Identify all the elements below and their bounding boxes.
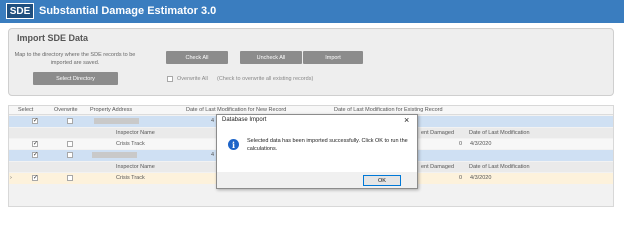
detail-damaged: 0 bbox=[459, 141, 463, 147]
detail-header-damaged: ent Damaged bbox=[421, 130, 455, 136]
select-checkbox[interactable] bbox=[32, 140, 38, 147]
dialog-body: i Selected data has been imported succes… bbox=[217, 127, 417, 172]
header-overwrite: Overwrite bbox=[54, 107, 78, 113]
overwrite-all-label: Overwrite All bbox=[177, 76, 208, 82]
detail-inspector: Crisis Track bbox=[116, 175, 145, 181]
ok-button[interactable]: OK bbox=[363, 175, 401, 186]
detail-header-date: Date of Last Modification bbox=[469, 130, 530, 136]
database-import-dialog: Database Import × i Selected data has be… bbox=[216, 114, 418, 189]
select-checkbox[interactable] bbox=[32, 151, 38, 158]
redacted-address bbox=[92, 152, 137, 158]
header-select: Select bbox=[18, 107, 34, 113]
info-icon: i bbox=[228, 139, 239, 150]
row-date-partial: 4 bbox=[211, 152, 215, 158]
row-date-partial: 4 bbox=[211, 118, 215, 124]
redacted-address bbox=[94, 118, 139, 124]
dialog-title: Database Import bbox=[222, 117, 267, 123]
dialog-message: Selected data has been imported successf… bbox=[247, 138, 408, 152]
detail-date: 4/3/2020 bbox=[470, 141, 492, 147]
dialog-title-bar: Database Import × bbox=[217, 115, 417, 127]
overwrite-hint: (Check to overwrite all existing records… bbox=[217, 76, 314, 82]
overwrite-checkbox[interactable] bbox=[67, 175, 73, 181]
row-indicator-icon: › bbox=[10, 175, 12, 181]
detail-header-date: Date of Last Modification bbox=[469, 164, 530, 170]
detail-damaged: 0 bbox=[459, 175, 463, 181]
detail-header-damaged: ent Damaged bbox=[421, 164, 455, 170]
select-checkbox[interactable] bbox=[32, 174, 38, 181]
overwrite-checkbox[interactable] bbox=[67, 152, 73, 158]
detail-header-inspector: Inspector Name bbox=[116, 164, 155, 170]
app-logo: SDE bbox=[6, 3, 34, 19]
close-icon[interactable]: × bbox=[404, 115, 409, 125]
header-property-address: Property Address bbox=[90, 107, 133, 113]
select-checkbox[interactable] bbox=[32, 117, 38, 124]
header-date-existing: Date of Last Modification for Existing R… bbox=[334, 107, 443, 113]
title-bar: SDE Substantial Damage Estimator 3.0 bbox=[0, 0, 624, 23]
import-description: Map to the directory where the SDE recor… bbox=[14, 52, 136, 66]
detail-date: 4/3/2020 bbox=[470, 175, 492, 181]
app-logo-text: SDE bbox=[9, 5, 31, 17]
uncheck-all-button[interactable]: Uncheck All bbox=[240, 51, 302, 64]
overwrite-checkbox[interactable] bbox=[67, 141, 73, 147]
select-directory-button[interactable]: Select Directory bbox=[33, 72, 118, 85]
detail-inspector: Crisis Track bbox=[116, 141, 145, 147]
check-all-button[interactable]: Check All bbox=[166, 51, 228, 64]
overwrite-checkbox[interactable] bbox=[67, 118, 73, 124]
detail-header-inspector: Inspector Name bbox=[116, 130, 155, 136]
import-panel-title: Import SDE Data bbox=[17, 33, 89, 43]
app-title: Substantial Damage Estimator 3.0 bbox=[39, 5, 217, 17]
header-date-new: Date of Last Modification for New Record bbox=[186, 107, 287, 113]
import-button[interactable]: Import bbox=[303, 51, 363, 64]
overwrite-all-checkbox[interactable] bbox=[167, 76, 173, 82]
